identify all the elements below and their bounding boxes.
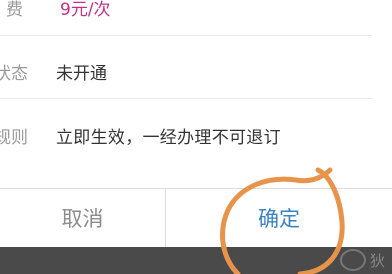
rule-value: 立即生效，一经办理不可退订 — [56, 127, 281, 148]
status-label: 状态 — [0, 63, 28, 84]
confirm-dialog: 费 9元/次 状态 未开通 规则 立即生效，一经办理不可退订 取消 确定 狄 — [0, 0, 392, 274]
fee-row: 费 9元/次 — [0, 0, 372, 24]
circle-icon[interactable] — [340, 249, 366, 271]
system-nav-bar: 狄 — [0, 247, 392, 274]
rule-label: 规则 — [0, 127, 28, 148]
fee-value: 9元/次 — [60, 0, 111, 20]
divider — [0, 98, 372, 99]
confirm-button[interactable]: 确定 — [166, 189, 392, 247]
rule-row: 规则 立即生效，一经办理不可退订 — [0, 118, 372, 152]
status-value: 未开通 — [56, 63, 107, 84]
nav-bar-text: 狄 — [370, 252, 386, 270]
status-row: 状态 未开通 — [0, 54, 372, 88]
cancel-button[interactable]: 取消 — [0, 189, 165, 247]
fee-label: 费 — [6, 0, 23, 20]
divider — [0, 35, 372, 36]
